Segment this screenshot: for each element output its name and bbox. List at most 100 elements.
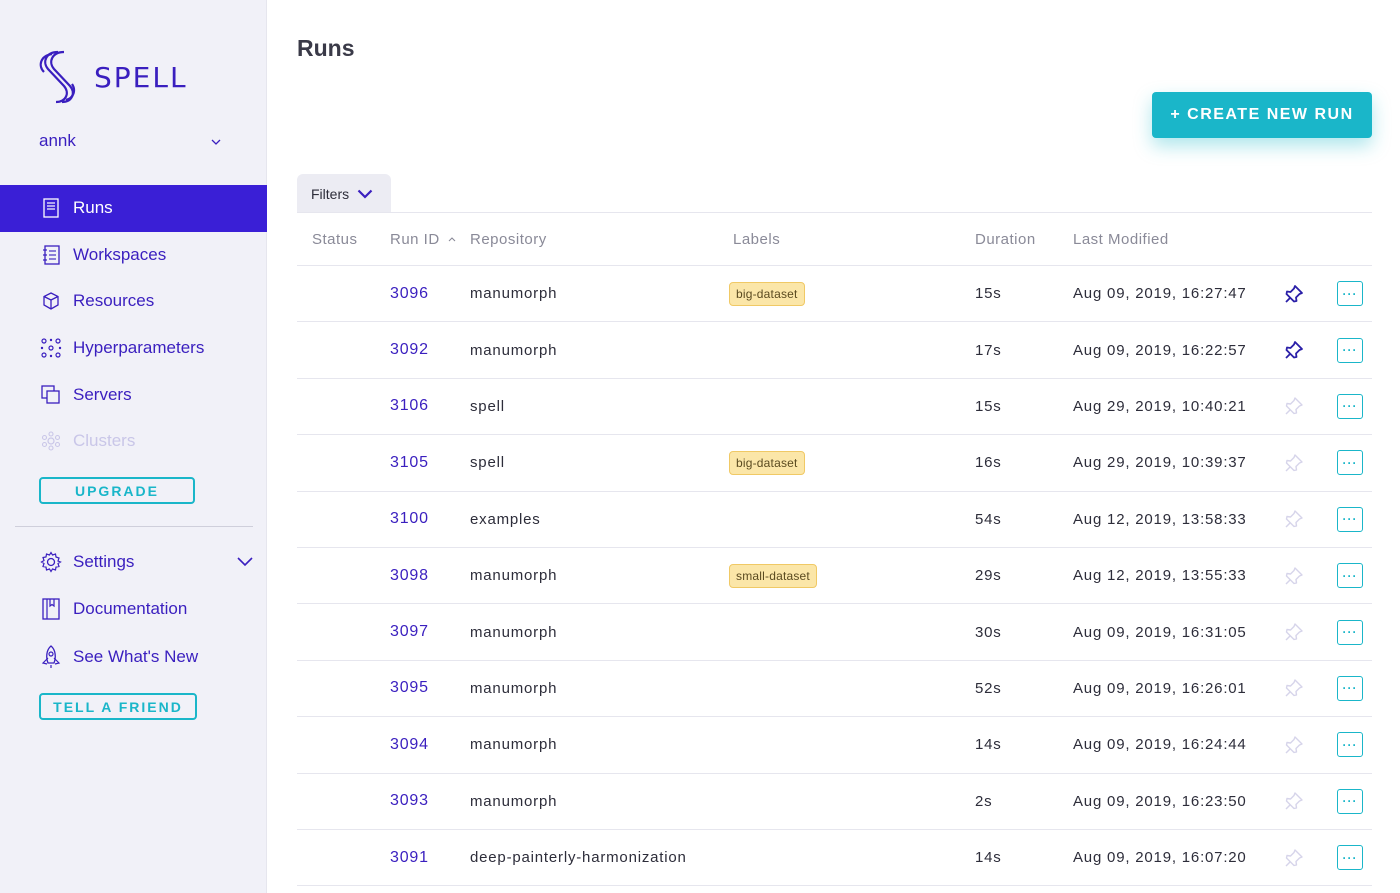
table-row[interactable]: 3105 spell big-dataset 16s Aug 29, 2019, 10:… bbox=[297, 435, 1372, 492]
more-actions-button[interactable]: ··· bbox=[1337, 393, 1363, 419]
nav-item-clusters: Clusters bbox=[0, 418, 267, 465]
cell-duration: 15s bbox=[975, 285, 1002, 303]
chevron-down-icon bbox=[211, 135, 221, 149]
nav-item-runs[interactable]: Runs bbox=[0, 185, 267, 232]
cell-run-id-link[interactable]: 3096 bbox=[390, 285, 470, 303]
more-actions-button[interactable]: ··· bbox=[1337, 732, 1363, 758]
cell-labels: big-dataset bbox=[729, 450, 975, 475]
pin-icon[interactable] bbox=[1284, 622, 1304, 642]
cell-repository: spell bbox=[470, 397, 505, 415]
cell-run-id-link[interactable]: 3091 bbox=[390, 849, 470, 867]
cell-run-id-link[interactable]: 3092 bbox=[390, 341, 470, 359]
filters-toggle[interactable]: Filters bbox=[297, 174, 391, 213]
more-actions-button[interactable]: ··· bbox=[1337, 563, 1363, 589]
pin-icon[interactable] bbox=[1284, 678, 1304, 698]
nav-item-servers[interactable]: Servers bbox=[0, 371, 267, 418]
table-row[interactable]: 3100 examples 54s Aug 12, 2019, 13:58:33 ··· bbox=[297, 492, 1372, 548]
more-actions-button[interactable]: ··· bbox=[1337, 506, 1363, 532]
tell-a-friend-button[interactable]: TELL A FRIEND bbox=[39, 693, 197, 720]
notebook-icon bbox=[40, 244, 62, 266]
table-row[interactable]: 3094 manumorph 14s Aug 09, 2019, 16:24:44 ··… bbox=[297, 717, 1372, 774]
cell-run-id-link[interactable]: 3093 bbox=[390, 792, 470, 810]
table-row[interactable]: 3095 manumorph 52s Aug 09, 2019, 16:26:01 ··… bbox=[297, 661, 1372, 718]
cell-repository: manumorph bbox=[470, 623, 558, 641]
more-actions-button[interactable]: ··· bbox=[1337, 675, 1363, 701]
cell-last-modified: Aug 09, 2019, 16:27:47 bbox=[1073, 285, 1247, 303]
sort-ascending-icon bbox=[448, 234, 456, 245]
nav-label-hyperparameters: Hyperparameters bbox=[73, 338, 205, 358]
header-duration[interactable]: Duration bbox=[975, 231, 1073, 248]
user-dropdown[interactable]: annk bbox=[39, 131, 221, 151]
cell-duration: 54s bbox=[975, 510, 1002, 528]
copy-icon bbox=[40, 384, 62, 406]
pin-icon[interactable] bbox=[1284, 735, 1304, 755]
nav-label-clusters: Clusters bbox=[73, 431, 136, 451]
more-actions-button[interactable]: ··· bbox=[1337, 337, 1363, 363]
nav-label-whats-new: See What's New bbox=[73, 646, 199, 666]
table-body: 3096 manumorph big-dataset 15s Aug 09, 2019,… bbox=[297, 266, 1372, 887]
nav-label-resources: Resources bbox=[73, 291, 155, 311]
table-row[interactable]: 3092 manumorph 17s Aug 09, 2019, 16:22:57 ··… bbox=[297, 322, 1372, 379]
nav-item-hyperparameters[interactable]: Hyperparameters bbox=[0, 325, 267, 372]
cell-repository: manumorph bbox=[470, 792, 558, 810]
pin-icon[interactable] bbox=[1284, 848, 1304, 868]
label-badge[interactable]: big-dataset bbox=[729, 450, 805, 475]
nav-item-whats-new[interactable]: See What's New bbox=[0, 633, 267, 681]
upgrade-button[interactable]: UPGRADE bbox=[39, 477, 195, 504]
rocket-icon bbox=[40, 644, 62, 668]
header-status[interactable]: Status bbox=[297, 231, 390, 248]
table-row[interactable]: 3091 deep-painterly-harmonization 14s Aug 0… bbox=[297, 830, 1372, 887]
create-new-run-button[interactable]: + CREATE NEW RUN bbox=[1152, 92, 1372, 138]
more-actions-button[interactable]: ··· bbox=[1337, 450, 1363, 476]
cell-run-id-link[interactable]: 3106 bbox=[390, 397, 470, 415]
cell-duration: 29s bbox=[975, 567, 1002, 585]
cell-run-id-link[interactable]: 3100 bbox=[390, 510, 470, 528]
header-labels[interactable]: Labels bbox=[733, 231, 975, 248]
table-row[interactable]: 3096 manumorph big-dataset 15s Aug 09, 2019,… bbox=[297, 266, 1372, 323]
more-actions-button[interactable]: ··· bbox=[1337, 788, 1363, 814]
cell-last-modified: Aug 09, 2019, 16:07:20 bbox=[1073, 849, 1247, 867]
label-badge[interactable]: small-dataset bbox=[729, 563, 817, 588]
cell-duration: 17s bbox=[975, 341, 1002, 359]
nav-item-documentation[interactable]: Documentation bbox=[0, 586, 267, 634]
cell-repository: manumorph bbox=[470, 567, 558, 585]
more-actions-button[interactable]: ··· bbox=[1337, 619, 1363, 645]
more-actions-button[interactable]: ··· bbox=[1337, 281, 1363, 307]
header-repository[interactable]: Repository bbox=[470, 231, 733, 248]
table-row[interactable]: 3097 manumorph 30s Aug 09, 2019, 16:31:05 ··… bbox=[297, 604, 1372, 661]
pin-icon[interactable] bbox=[1284, 340, 1304, 360]
header-last-modified[interactable]: Last Modified bbox=[1073, 231, 1280, 248]
pin-icon[interactable] bbox=[1284, 509, 1304, 529]
table-row[interactable]: 3093 manumorph 2s Aug 09, 2019, 16:23:50 ··· bbox=[297, 774, 1372, 830]
cell-duration: 52s bbox=[975, 679, 1002, 697]
logo[interactable]: SPELL bbox=[38, 48, 188, 106]
nav-label-workspaces: Workspaces bbox=[73, 244, 167, 264]
pin-icon[interactable] bbox=[1284, 791, 1304, 811]
table-row[interactable]: 3098 manumorph small-dataset 29s Aug 12, 201… bbox=[297, 548, 1372, 605]
nav-item-resources[interactable]: Resources bbox=[0, 278, 267, 325]
cell-repository: manumorph bbox=[470, 736, 558, 754]
cell-run-id-link[interactable]: 3094 bbox=[390, 736, 470, 754]
pin-icon[interactable] bbox=[1284, 396, 1304, 416]
cell-run-id-link[interactable]: 3095 bbox=[390, 679, 470, 697]
cell-repository: examples bbox=[470, 510, 541, 528]
nav-item-settings[interactable]: Settings bbox=[0, 538, 267, 586]
cell-duration: 15s bbox=[975, 397, 1002, 415]
cell-labels: big-dataset bbox=[729, 281, 975, 306]
pin-icon[interactable] bbox=[1284, 284, 1304, 304]
cell-run-id-link[interactable]: 3105 bbox=[390, 454, 470, 472]
sidebar-divider bbox=[15, 526, 253, 527]
more-actions-button[interactable]: ··· bbox=[1337, 845, 1363, 871]
cell-run-id-link[interactable]: 3098 bbox=[390, 567, 470, 585]
cell-run-id-link[interactable]: 3097 bbox=[390, 623, 470, 641]
cell-duration: 2s bbox=[975, 792, 993, 810]
cell-last-modified: Aug 09, 2019, 16:23:50 bbox=[1073, 792, 1247, 810]
cell-last-modified: Aug 12, 2019, 13:55:33 bbox=[1073, 567, 1247, 585]
pin-icon[interactable] bbox=[1284, 566, 1304, 586]
nav-item-workspaces[interactable]: Workspaces bbox=[0, 232, 267, 279]
label-badge[interactable]: big-dataset bbox=[729, 281, 805, 306]
table-row[interactable]: 3106 spell 15s Aug 29, 2019, 10:40:21 ··· bbox=[297, 379, 1372, 436]
cell-duration: 14s bbox=[975, 736, 1002, 754]
header-run-id[interactable]: Run ID bbox=[390, 231, 470, 248]
pin-icon[interactable] bbox=[1284, 453, 1304, 473]
